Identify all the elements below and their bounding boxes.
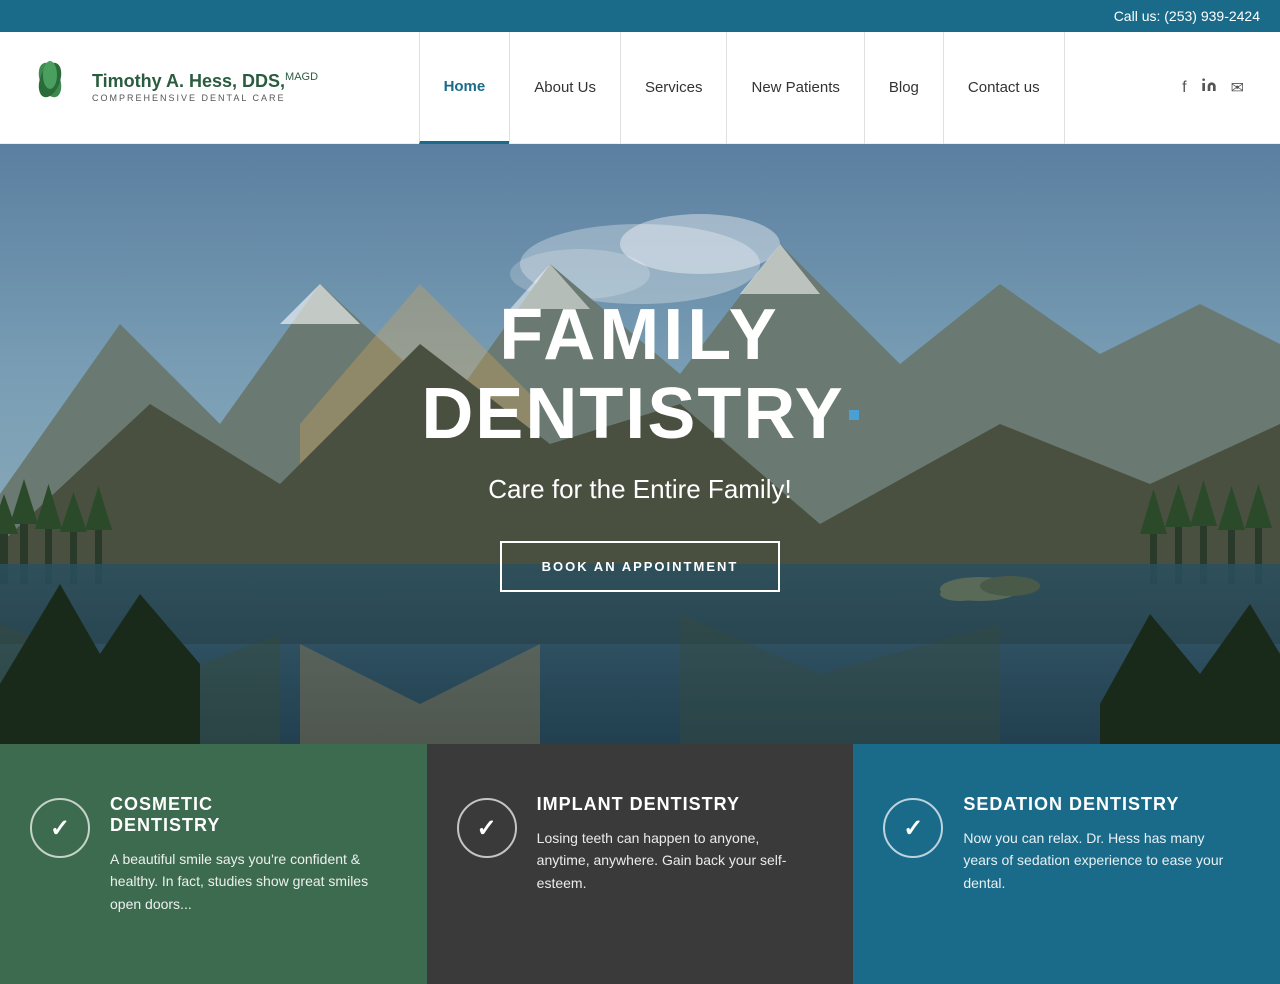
book-appointment-button[interactable]: BOOK AN APPOINTMENT xyxy=(500,541,781,592)
linkedin-icon[interactable] xyxy=(1201,77,1217,98)
service-card-cosmetic: ✓ COSMETICDENTISTRY A beautiful smile sa… xyxy=(0,744,427,984)
implant-desc: Losing teeth can happen to anyone, anyti… xyxy=(537,827,814,894)
email-icon[interactable]: ✉ xyxy=(1231,78,1244,98)
nav-new-patients[interactable]: New Patients xyxy=(726,32,864,144)
header: Timothy A. Hess, DDS,MAGD COMPREHENSIVE … xyxy=(0,32,1280,144)
accent-dot xyxy=(849,410,859,420)
implant-check-icon: ✓ xyxy=(457,798,517,858)
logo-name: Timothy A. Hess, DDS,MAGD xyxy=(92,70,318,93)
implant-title: IMPLANT DENTISTRY xyxy=(537,794,814,815)
top-bar: Call us: (253) 939-2424 xyxy=(0,0,1280,32)
nav-home[interactable]: Home xyxy=(419,32,511,144)
main-nav: Home About Us Services New Patients Blog… xyxy=(420,32,1065,144)
service-card-sedation: ✓ SEDATION DENTISTRY Now you can relax. … xyxy=(853,744,1280,984)
logo-text: Timothy A. Hess, DDS,MAGD COMPREHENSIVE … xyxy=(92,70,318,105)
nav-services[interactable]: Services xyxy=(620,32,728,144)
service-card-implant: ✓ IMPLANT DENTISTRY Losing teeth can hap… xyxy=(427,744,854,984)
hero-title-dentistry: DENTISTRY xyxy=(421,375,844,454)
hero-title-family: FAMILY xyxy=(499,296,780,375)
sedation-check-icon: ✓ xyxy=(883,798,943,858)
sedation-title: SEDATION DENTISTRY xyxy=(963,794,1240,815)
social-icons: f ✉ xyxy=(1166,77,1260,98)
hero-section: FAMILY DENTISTRY Care for the Entire Fam… xyxy=(0,144,1280,744)
logo-tagline: COMPREHENSIVE DENTAL CARE xyxy=(92,93,318,105)
logo-area: Timothy A. Hess, DDS,MAGD COMPREHENSIVE … xyxy=(20,60,318,115)
sedation-desc: Now you can relax. Dr. Hess has many yea… xyxy=(963,827,1240,894)
hero-overlay: FAMILY DENTISTRY Care for the Entire Fam… xyxy=(0,144,1280,744)
nav-contact[interactable]: Contact us xyxy=(943,32,1065,144)
services-section: ✓ COSMETICDENTISTRY A beautiful smile sa… xyxy=(0,744,1280,984)
cosmetic-title: COSMETICDENTISTRY xyxy=(110,794,387,836)
nav-about[interactable]: About Us xyxy=(509,32,621,144)
nav-blog[interactable]: Blog xyxy=(864,32,944,144)
facebook-icon[interactable]: f xyxy=(1182,79,1186,97)
phone-number: Call us: (253) 939-2424 xyxy=(1114,8,1260,24)
cosmetic-check-icon: ✓ xyxy=(30,798,90,858)
cosmetic-desc: A beautiful smile says you're confident … xyxy=(110,848,387,915)
logo-icon xyxy=(20,60,80,115)
hero-tagline: Care for the Entire Family! xyxy=(488,474,791,505)
